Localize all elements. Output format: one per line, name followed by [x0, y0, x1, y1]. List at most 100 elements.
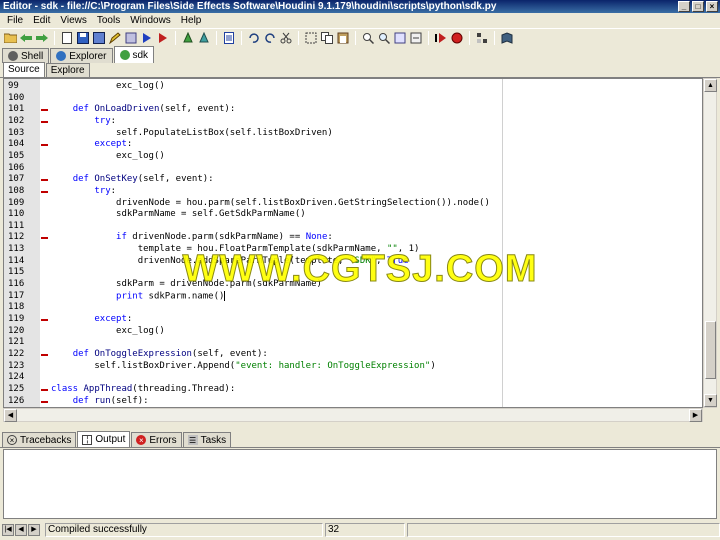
menu-file[interactable]: File — [2, 13, 28, 28]
code-editor[interactable]: 99 exc_log() 100 101 def OnLoadDriven(self… — [3, 78, 703, 408]
code-line[interactable]: 117 print sdkParm.name() — [4, 290, 702, 303]
compile-icon[interactable] — [124, 31, 138, 45]
code-line[interactable]: 111 — [4, 221, 702, 233]
minimize-button[interactable]: _ — [678, 1, 690, 12]
tab-shell-label: Shell — [21, 50, 44, 62]
line-number: 123 — [8, 360, 25, 371]
save-all-icon[interactable] — [92, 31, 106, 45]
code-line[interactable]: 126 def run(self): — [4, 396, 702, 407]
code-line[interactable]: 112 if drivenNode.parm(sdkParmName) == N… — [4, 232, 702, 244]
save-icon[interactable] — [76, 31, 90, 45]
find-icon[interactable] — [361, 31, 375, 45]
vertical-scrollbar[interactable]: ▲ ▼ — [703, 78, 717, 408]
copy-icon[interactable] — [320, 31, 334, 45]
maximize-button[interactable]: □ — [692, 1, 704, 12]
menu-views[interactable]: Views — [55, 13, 92, 28]
find-next-icon[interactable] — [377, 31, 391, 45]
undo-icon[interactable] — [247, 31, 261, 45]
code-line[interactable]: 123 self.listBoxDriver.Append("event: ha… — [4, 360, 702, 373]
code-line[interactable]: 99 exc_log() — [4, 81, 702, 93]
code-line[interactable]: 105 exc_log() — [4, 151, 702, 163]
replace-icon[interactable] — [393, 31, 407, 45]
tab-tracebacks[interactable]: × Tracebacks — [2, 432, 77, 447]
scroll-right-button[interactable]: ▶ — [689, 409, 702, 422]
code-line[interactable]: 101 def OnLoadDriven(self, event): — [4, 104, 702, 116]
fold-marker-icon[interactable] — [41, 319, 48, 321]
fold-marker-icon[interactable] — [41, 237, 48, 240]
menu-help[interactable]: Help — [176, 13, 207, 28]
code-line[interactable]: 124 — [4, 372, 702, 384]
run-icon[interactable] — [140, 31, 154, 45]
scroll-up-button[interactable]: ▲ — [704, 79, 717, 92]
tab-errors[interactable]: × Errors — [131, 432, 182, 447]
cut-icon[interactable] — [279, 31, 293, 45]
close-button[interactable]: × — [706, 1, 718, 12]
code-line[interactable]: 110 sdkParmName = self.GetSdkParmName() — [4, 209, 702, 221]
fold-marker-icon[interactable] — [41, 179, 48, 182]
fold-marker-icon[interactable] — [41, 120, 48, 123]
scroll-left-button[interactable]: ◀ — [4, 409, 17, 422]
step-run-icon[interactable] — [434, 31, 448, 45]
tab-source[interactable]: Source — [3, 62, 45, 77]
menu-windows[interactable]: Windows — [125, 13, 176, 28]
nav-first-button[interactable]: |◀ — [2, 524, 14, 536]
output-panel[interactable] — [3, 449, 717, 519]
fold-marker-icon[interactable] — [41, 109, 48, 112]
goto-icon[interactable] — [409, 31, 423, 45]
stop-icon[interactable] — [450, 31, 464, 45]
fold-marker-icon[interactable] — [41, 144, 48, 147]
run-red-icon[interactable] — [156, 31, 170, 45]
code-line[interactable]: 115 — [4, 267, 702, 279]
code-line[interactable]: 106 — [4, 163, 702, 175]
code-line[interactable]: 119 except: — [4, 314, 702, 326]
tab-shell[interactable]: Shell — [2, 48, 50, 63]
tab-explorer[interactable]: Explorer — [50, 48, 113, 63]
tab-tasks[interactable]: ☰ Tasks — [182, 432, 232, 447]
nav-prev-button[interactable]: ◀ — [15, 524, 27, 536]
code-line[interactable]: 125 class AppThread(threading.Thread): — [4, 384, 702, 396]
code-line[interactable]: 103 self.PopulateListBox(self.listBoxDri… — [4, 128, 702, 140]
code-line[interactable]: 113 template = hou.FloatParmTemplate(sdk… — [4, 244, 702, 256]
folder-icon[interactable] — [3, 31, 17, 45]
tab-explore[interactable]: Explore — [45, 63, 90, 77]
debug-icon[interactable] — [181, 31, 195, 45]
code-line[interactable]: 122 def OnToggleExpression(self, event): — [4, 349, 702, 361]
horizontal-scrollbar[interactable]: ◀ ▶ — [3, 408, 703, 422]
code-line[interactable]: 100 — [4, 93, 702, 105]
code-line[interactable]: 102 try: — [4, 116, 702, 128]
fold-marker-icon[interactable] — [41, 353, 48, 356]
select-icon[interactable] — [304, 31, 318, 45]
menu-edit[interactable]: Edit — [28, 13, 55, 28]
redo-icon[interactable] — [263, 31, 277, 45]
forward-arrow-icon[interactable] — [35, 31, 49, 45]
code-line[interactable]: 104 except: — [4, 139, 702, 151]
fold-marker-icon[interactable] — [41, 190, 48, 193]
scroll-down-button[interactable]: ▼ — [704, 394, 717, 407]
vertical-scroll-thumb[interactable] — [705, 321, 716, 379]
tab-output[interactable]: ¦ Output — [77, 431, 131, 447]
tab-tasks-label: Tasks — [200, 434, 227, 446]
code-line[interactable]: 114 drivenNode.addSpareParmTuple(templat… — [4, 256, 702, 268]
menu-tools[interactable]: Tools — [92, 13, 125, 28]
toolbar-separator — [54, 30, 55, 45]
document-icon[interactable] — [222, 31, 236, 45]
tab-errors-label: Errors — [149, 434, 177, 446]
fold-marker-icon[interactable] — [41, 388, 48, 391]
code-line[interactable]: 116 sdkParm = drivenNode.parm(sdkParmNam… — [4, 279, 702, 291]
tab-sdk[interactable]: sdk — [113, 46, 155, 63]
help-book-icon[interactable] — [500, 31, 514, 45]
code-line[interactable]: 118 — [4, 302, 702, 314]
bookmark-icon[interactable] — [197, 31, 211, 45]
code-line[interactable]: 108 try: — [4, 186, 702, 198]
fold-marker-icon[interactable] — [41, 400, 48, 403]
edit-pencil-icon[interactable] — [108, 31, 122, 45]
nav-next-button[interactable]: ▶ — [28, 524, 40, 536]
code-line[interactable]: 120 exc_log() — [4, 326, 702, 338]
code-line[interactable]: 121 — [4, 337, 702, 349]
new-file-icon[interactable] — [60, 31, 74, 45]
paste-icon[interactable] — [336, 31, 350, 45]
settings-icon[interactable] — [475, 31, 489, 45]
code-line[interactable]: 109 drivenNode = hou.parm(self.listBoxDr… — [4, 198, 702, 210]
code-line[interactable]: 107 def OnSetKey(self, event): — [4, 174, 702, 186]
back-arrow-icon[interactable] — [19, 31, 33, 45]
